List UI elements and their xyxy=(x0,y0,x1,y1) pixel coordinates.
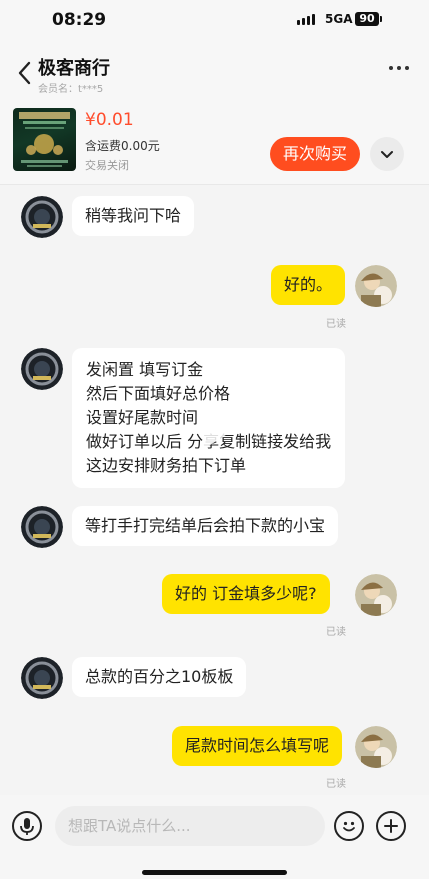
message-text: 好的。 xyxy=(284,275,333,294)
message-bubble-outgoing[interactable]: 好的 订金填多少呢? xyxy=(162,574,330,614)
product-card[interactable]: ¥0.01 含运费0.00元 交易关闭 再次购买 xyxy=(0,102,429,185)
message-bubble-outgoing[interactable]: 好的。 xyxy=(271,265,346,305)
shop-name[interactable]: 极客商行 xyxy=(38,54,110,80)
mic-icon xyxy=(20,818,34,835)
message-bubble-incoming[interactable]: 稍等我问下哈 xyxy=(72,196,195,236)
expand-button[interactable] xyxy=(370,137,404,171)
shop-avatar[interactable] xyxy=(21,657,63,699)
product-thumbnail[interactable] xyxy=(13,108,76,171)
play-icon xyxy=(204,413,232,449)
mic-button[interactable] xyxy=(12,811,42,841)
user-avatar[interactable] xyxy=(355,574,397,616)
shop-avatar[interactable] xyxy=(21,196,63,238)
message-bubble-outgoing[interactable]: 尾款时间怎么填写呢 xyxy=(172,726,343,766)
chat-area[interactable]: 稍等我问下哈 好的。 已读 发闲置 填写订金 然后下面填好总价格 设置好尾款时间… xyxy=(0,185,429,795)
message-line: 然后下面填好总价格 xyxy=(86,384,231,403)
message-text: 稍等我问下哈 xyxy=(85,206,182,225)
emoji-button[interactable] xyxy=(334,811,364,841)
read-receipt: 已读 xyxy=(326,627,346,638)
shipping-fee: 含运费0.00元 xyxy=(85,139,160,153)
input-bar xyxy=(0,795,429,879)
member-name: 会员名：t***5 xyxy=(38,84,104,95)
chevron-down-icon xyxy=(381,151,393,158)
battery-icon: 90 xyxy=(355,12,382,26)
message-text: 好的 订金填多少呢? xyxy=(175,584,317,603)
home-indicator xyxy=(142,870,287,875)
signal-icon xyxy=(297,14,315,25)
plus-icon xyxy=(384,819,398,833)
read-receipt: 已读 xyxy=(326,319,346,330)
status-time: 08:29 xyxy=(52,10,107,30)
shop-avatar[interactable] xyxy=(21,506,63,548)
status-bar: 08:29 5GA 90 xyxy=(0,0,429,44)
plus-button[interactable] xyxy=(376,811,406,841)
user-avatar[interactable] xyxy=(355,726,397,768)
more-dots-icon[interactable] xyxy=(389,66,409,70)
message-line: 发闲置 填写订金 xyxy=(86,360,204,379)
rebuy-button[interactable]: 再次购买 xyxy=(270,137,360,171)
message-bubble-incoming[interactable]: 等打手打完结单后会拍下款的小宝 xyxy=(72,506,339,546)
message-text: 等打手打完结单后会拍下款的小宝 xyxy=(85,516,326,535)
deal-status: 交易关闭 xyxy=(85,159,129,172)
message-text: 总款的百分之10板板 xyxy=(85,667,234,686)
message-input[interactable] xyxy=(55,806,325,846)
emoji-icon xyxy=(343,821,355,832)
chevron-left-icon[interactable] xyxy=(15,60,37,86)
network-label: 5GA xyxy=(325,12,353,26)
message-text: 尾款时间怎么填写呢 xyxy=(185,736,330,755)
product-price: ¥0.01 xyxy=(85,110,134,130)
read-receipt: 已读 xyxy=(326,779,346,790)
message-line: 这边安排财务拍下订单 xyxy=(86,456,247,475)
shop-avatar[interactable] xyxy=(21,348,63,390)
message-bubble-incoming[interactable]: 总款的百分之10板板 xyxy=(72,657,247,697)
user-avatar[interactable] xyxy=(355,265,397,307)
chat-header: 极客商行 会员名：t***5 xyxy=(0,44,429,102)
